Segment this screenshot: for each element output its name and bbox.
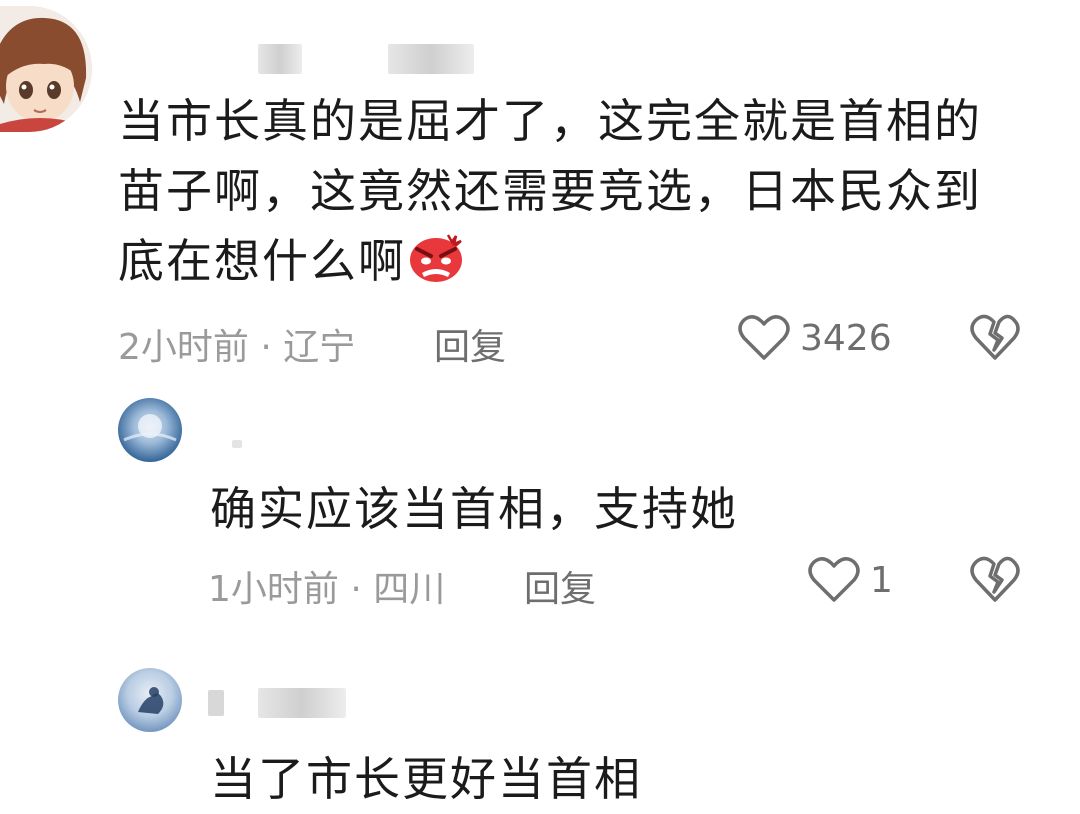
comment-text: 当市长真的是屈才了，这完全就是首相的 苗子啊，这竟然还需要竞选，日本民众到 底在… <box>118 86 982 296</box>
comment-meta-time-location: 2小时前 · 辽宁 <box>118 327 356 368</box>
comment-text: 当了市长更好当首相 <box>210 752 642 806</box>
comment-text-line: 当市长真的是屈才了，这完全就是首相的 <box>118 94 982 148</box>
like-count: 3426 <box>800 318 892 359</box>
username-redacted <box>232 440 242 448</box>
username-redacted <box>258 44 302 74</box>
reply-button[interactable]: 回复 <box>524 560 596 612</box>
comment-text-segment: 底在想什么啊 <box>118 234 406 288</box>
avatar-blue-sphere-icon <box>123 414 177 442</box>
avatar[interactable] <box>118 398 182 462</box>
angry-face-emoji-icon <box>408 232 464 282</box>
reply-button[interactable]: 回复 <box>434 318 506 370</box>
like-heart-icon[interactable] <box>738 314 790 362</box>
avatar-anime-girl-icon <box>0 6 92 132</box>
avatar[interactable] <box>0 6 92 132</box>
username-redacted <box>258 688 346 718</box>
dislike-broken-heart-icon[interactable] <box>970 556 1020 604</box>
avatar-silhouette-icon <box>138 687 164 714</box>
avatar[interactable] <box>118 668 182 732</box>
username-redacted <box>208 690 224 716</box>
dislike-broken-heart-icon[interactable] <box>970 314 1020 362</box>
comment-text: 确实应该当首相，支持她 <box>210 482 738 536</box>
like-heart-icon[interactable] <box>808 556 860 604</box>
comment-text-line: 苗子啊，这竟然还需要竞选，日本民众到 <box>118 164 982 218</box>
like-count: 1 <box>870 560 893 601</box>
comment-meta-time-location: 1小时前 · 四川 <box>208 569 446 610</box>
username-redacted <box>388 44 474 74</box>
comment-text-line: 底在想什么啊 <box>118 226 982 296</box>
